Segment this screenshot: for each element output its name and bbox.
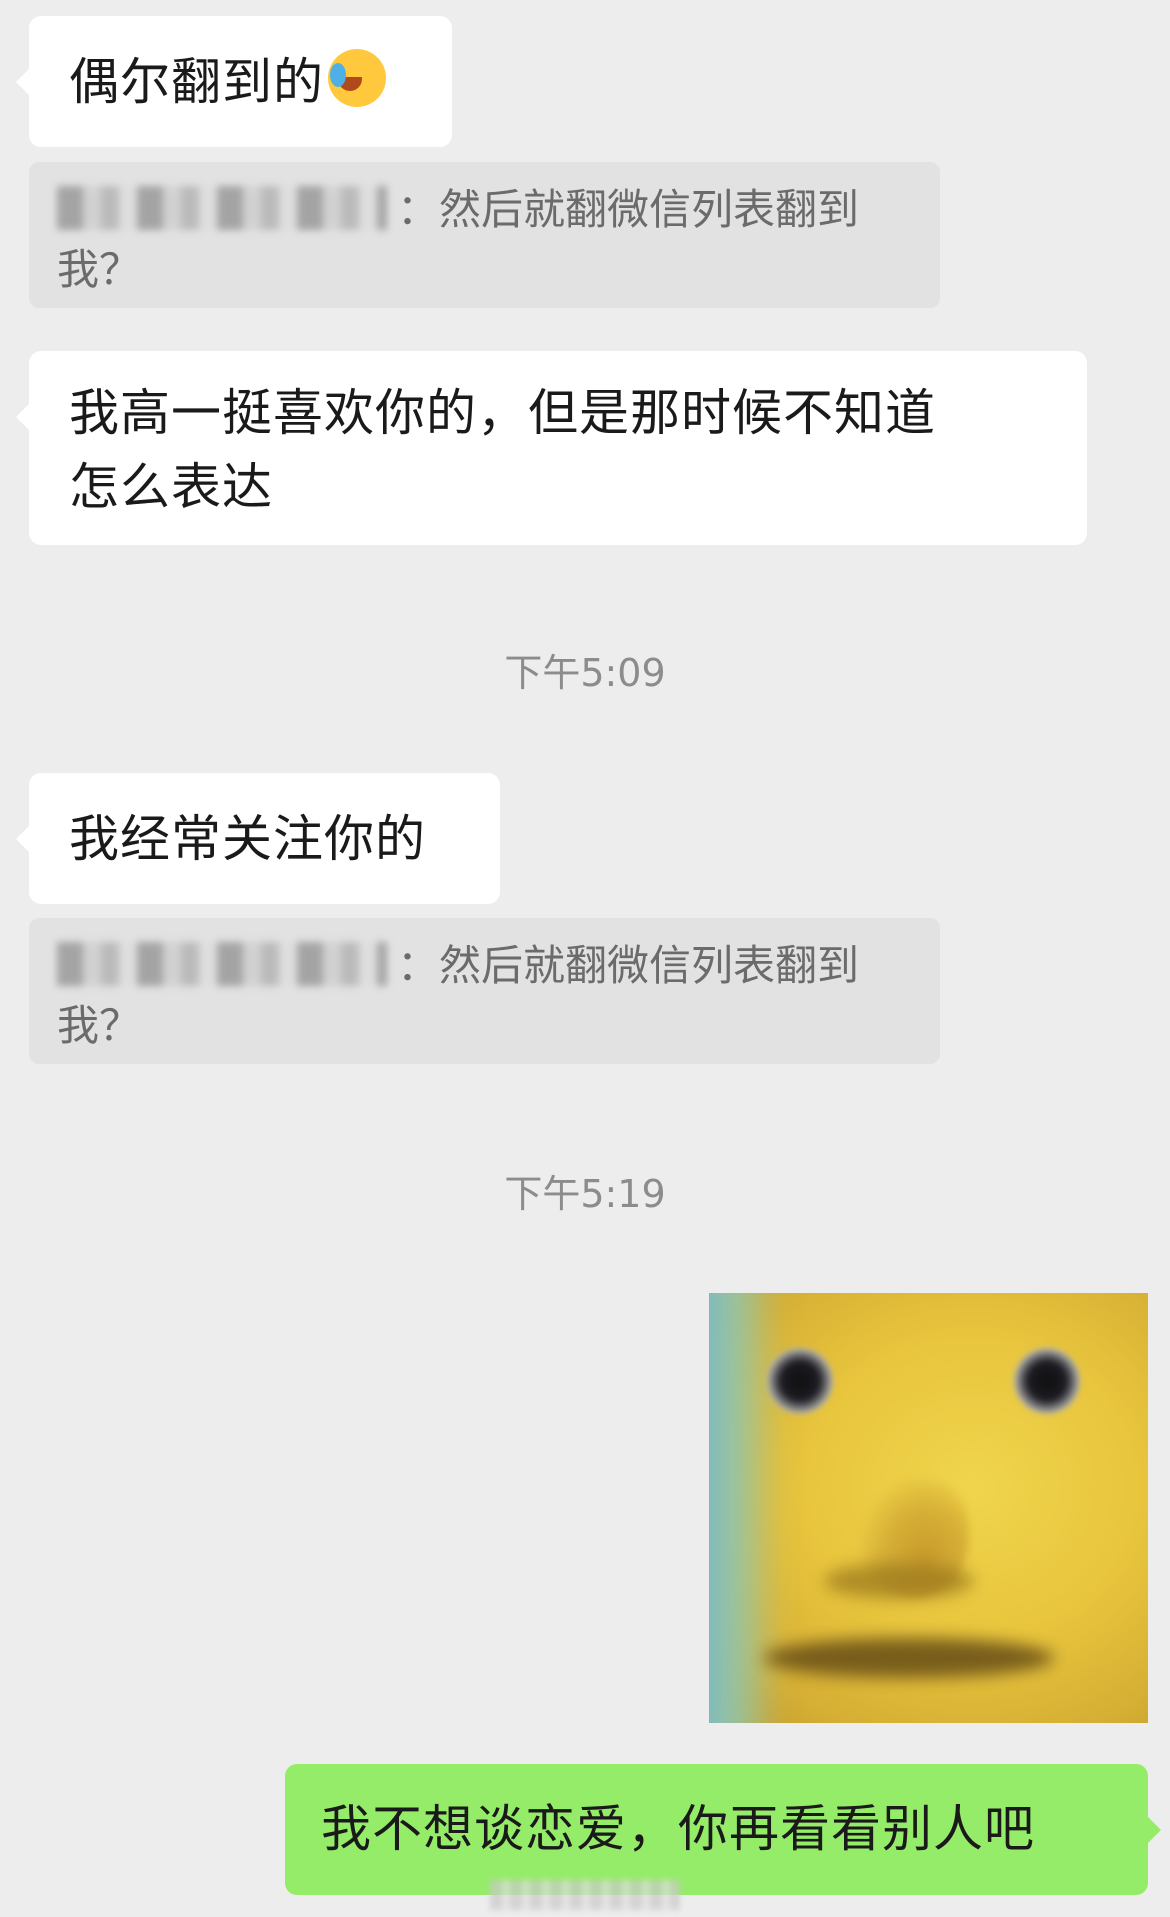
- sticker-nose-shadow: [824, 1563, 974, 1599]
- incoming-message-bubble[interactable]: 我经常关注你的: [16, 773, 500, 904]
- incoming-message-bubble[interactable]: 偶尔翻到的: [16, 16, 452, 147]
- sticker-mouth: [764, 1638, 1054, 1678]
- chat-window: 偶尔翻到的 ：然后就翻微信列表翻到 我？ 我高一挺喜欢你的，但是那时候不知道 怎…: [0, 0, 1170, 1917]
- outgoing-message-bubble[interactable]: 我不想谈恋爱，你再看看别人吧: [285, 1764, 1161, 1895]
- sticker-left-eye: [767, 1348, 833, 1414]
- incoming-message-bubble[interactable]: 我高一挺喜欢你的，但是那时候不知道 怎么表达: [16, 351, 1087, 545]
- message-text: 我不想谈恋爱，你再看看别人吧: [321, 1800, 1035, 1858]
- timestamp: 下午5:09: [504, 651, 666, 695]
- blurred-author-name: [57, 186, 387, 230]
- timestamp: 下午5:19: [504, 1172, 666, 1216]
- message-text: 我高一挺喜欢你的，但是那时候不知道 怎么表达: [69, 384, 936, 516]
- blurred-author-name: [57, 942, 387, 986]
- face-with-tears-of-joy-icon: [328, 49, 386, 107]
- sticker-right-eye: [1014, 1348, 1080, 1414]
- message-text: 偶尔翻到的: [69, 53, 324, 111]
- quoted-message[interactable]: ：然后就翻微信列表翻到 我？: [29, 918, 940, 1064]
- yellow-face-sticker[interactable]: [709, 1293, 1148, 1723]
- watermark: [490, 1880, 680, 1910]
- message-text: 我经常关注你的: [69, 810, 426, 868]
- quoted-message[interactable]: ：然后就翻微信列表翻到 我？: [29, 162, 940, 308]
